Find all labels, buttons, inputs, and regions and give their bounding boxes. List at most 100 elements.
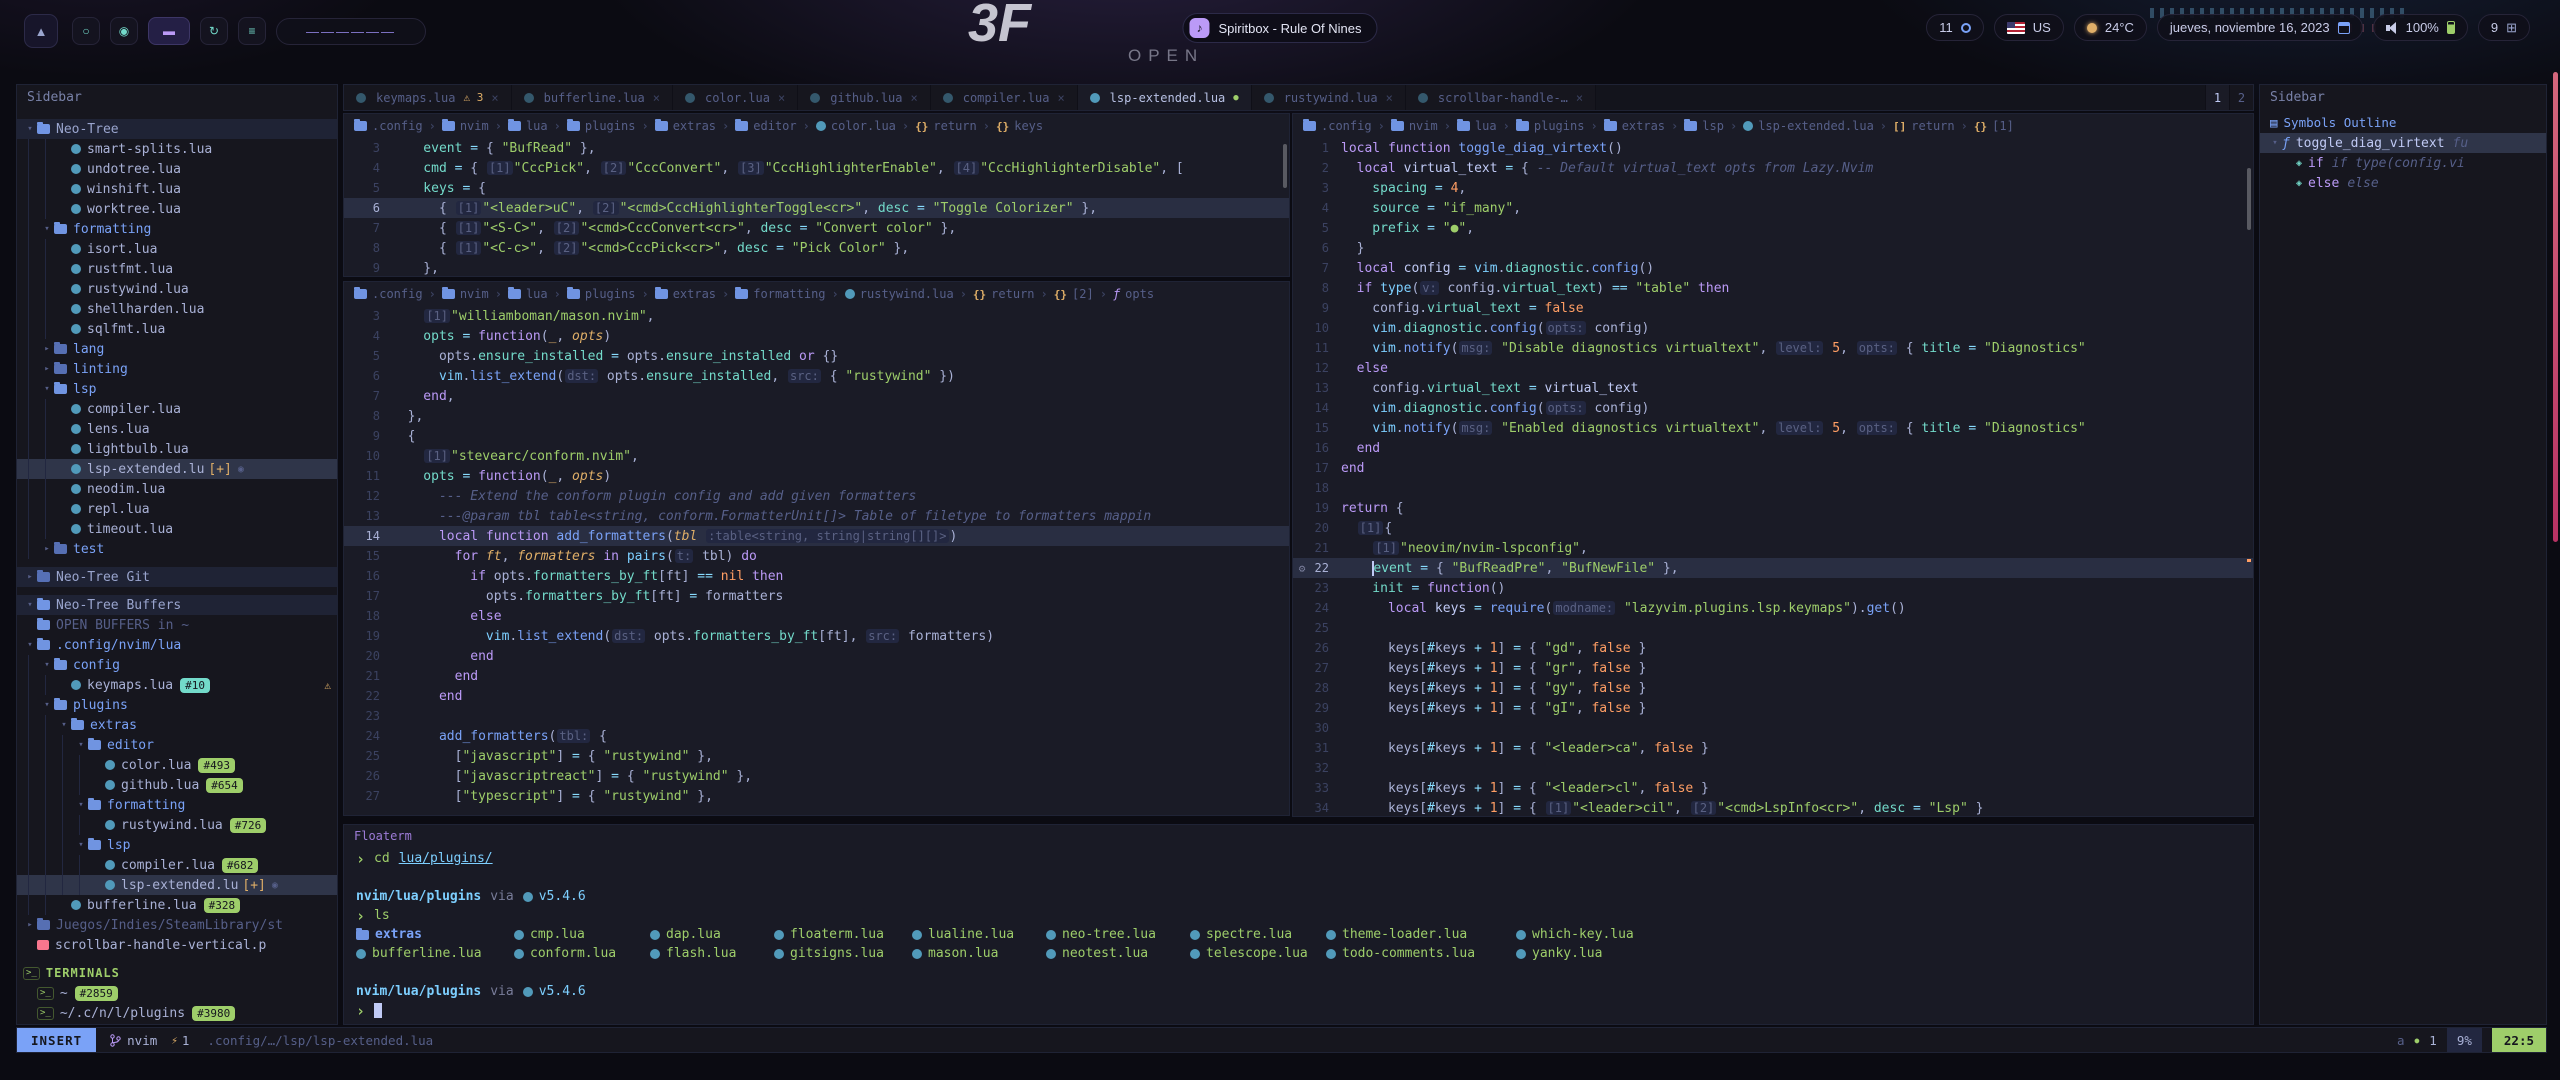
listing-file-dap-lua[interactable]: dap.lua (650, 927, 774, 942)
breadcrumb-item-lua[interactable]: lua (508, 119, 548, 133)
media-widget[interactable]: ♪ Spiritbox - Rule Of Nines (1182, 13, 1377, 43)
tree-item-worktree-lua[interactable]: worktree.lua (17, 199, 337, 219)
expander-icon[interactable]: ▾ (40, 384, 54, 394)
breadcrumb-item-return[interactable]: {}return (915, 119, 977, 133)
code-line-34[interactable]: 34 keys[#keys + 1] = { [1]"<leader>cil",… (1293, 798, 2253, 817)
expander-icon[interactable]: ▸ (40, 544, 54, 554)
code-line-6[interactable]: 6 { [1]"<leader>uC", [2]"<cmd>CccHighlig… (344, 198, 1289, 218)
tree-item-color-lua[interactable]: color.lua#493 (17, 755, 337, 775)
code-line-29[interactable]: 29 keys[#keys + 1] = { "gI", false } (1293, 698, 2253, 718)
tab-bufferline-lua[interactable]: bufferline.lua× (512, 85, 673, 110)
weather-widget[interactable]: 24°C (2074, 14, 2147, 41)
code-line-16[interactable]: 16 if opts.formatters_by_ft[ft] == nil t… (344, 566, 1289, 586)
tree-item-scrollbar-handle-vertical-p[interactable]: scrollbar-handle-vertical.p (17, 935, 337, 955)
tree-item-winshift-lua[interactable]: winshift.lua (17, 179, 337, 199)
symbol-item-toggle-diag-virtext[interactable]: ▾ƒtoggle_diag_virtextfu (2260, 133, 2546, 153)
close-icon[interactable]: × (491, 91, 498, 105)
code-line-32[interactable]: 32 (1293, 758, 2253, 778)
tree-item-bufferline-lua[interactable]: bufferline.lua#328 (17, 895, 337, 915)
volume-widget[interactable]: 100% (2373, 14, 2468, 41)
layout-button[interactable]: ▬ (148, 17, 190, 45)
breadcrumb-item-return[interactable]: {}return (973, 287, 1035, 301)
code-line-5[interactable]: 5 opts.ensure_installed = opts.ensure_in… (344, 346, 1289, 366)
tab-rustywind-lua[interactable]: rustywind.lua× (1252, 85, 1406, 110)
tree-item-keymaps-lua[interactable]: keymaps.lua#10⚠ (17, 675, 337, 695)
tab-lsp-extended-lua[interactable]: lsp-extended.lua● (1078, 85, 1252, 110)
close-icon[interactable]: × (1386, 91, 1393, 105)
symbol-item-else[interactable]: ◈elseelse (2260, 173, 2546, 193)
tree-item-editor[interactable]: ▾editor (17, 735, 337, 755)
breadcrumb-item-opts[interactable]: ƒopts (1113, 287, 1154, 301)
code-line-10[interactable]: 10 [1]"stevearc/conform.nvim", (344, 446, 1289, 466)
code-line-3[interactable]: 3 spacing = 4, (1293, 178, 2253, 198)
code-line-4[interactable]: 4 source = "if_many", (1293, 198, 2253, 218)
tree-item-compiler-lua[interactable]: compiler.lua#682 (17, 855, 337, 875)
listing-file-todo-comments-lua[interactable]: todo-comments.lua (1326, 946, 1516, 961)
code-line-33[interactable]: 33 keys[#keys + 1] = { "<leader>cl", fal… (1293, 778, 2253, 798)
git-branch[interactable]: nvim (110, 1033, 157, 1048)
code-line-3[interactable]: 3 [1]"williamboman/mason.nvim", (344, 306, 1289, 326)
tree-item-rustfmt-lua[interactable]: rustfmt.lua (17, 259, 337, 279)
code-line-7[interactable]: 7 local config = vim.diagnostic.config() (1293, 258, 2253, 278)
workspaces-widget[interactable]: 9⊞ (2478, 14, 2530, 41)
scrollbar-handle[interactable] (2247, 168, 2251, 230)
listing-file-gitsigns-lua[interactable]: gitsigns.lua (774, 946, 912, 961)
breadcrumb-item-keys[interactable]: {}keys (996, 119, 1043, 133)
expander-icon[interactable]: ▾ (23, 124, 37, 134)
expander-icon[interactable]: ▾ (2268, 138, 2282, 148)
close-icon[interactable]: × (778, 91, 785, 105)
code-line-18[interactable]: 18 (1293, 478, 2253, 498)
breadcrumb-item-lua[interactable]: lua (508, 287, 548, 301)
expander-icon[interactable]: ▾ (23, 600, 37, 610)
expander-icon[interactable]: ▾ (57, 720, 71, 730)
code-line-8[interactable]: 8 }, (344, 406, 1289, 426)
tree-item-test[interactable]: ▸test (17, 539, 337, 559)
tab-github-lua[interactable]: github.lua× (798, 85, 930, 110)
expander-icon[interactable]: ▾ (74, 740, 88, 750)
code-line-4[interactable]: 4 opts = function(_, opts) (344, 326, 1289, 346)
tree-item-juegos-indies-steamlibrary-st[interactable]: ▸Juegos/Indies/SteamLibrary/st (17, 915, 337, 935)
tree-item-shellharden-lua[interactable]: shellharden.lua (17, 299, 337, 319)
expander-icon[interactable]: ▸ (40, 364, 54, 374)
code-line-10[interactable]: 10 vim.diagnostic.config(opts: config) (1293, 318, 2253, 338)
code-line-20[interactable]: 20 [1]{ (1293, 518, 2253, 538)
breadcrumb-item-extras[interactable]: extras (1604, 119, 1665, 133)
breadcrumb-item-extras[interactable]: extras (655, 287, 716, 301)
tab-compiler-lua[interactable]: compiler.lua× (931, 85, 1078, 110)
code-line-21[interactable]: 21 end (344, 666, 1289, 686)
breadcrumb-item-plugins[interactable]: plugins (567, 287, 636, 301)
code-line-22[interactable]: 22 end (344, 686, 1289, 706)
listing-file-cmp-lua[interactable]: cmp.lua (514, 927, 650, 942)
breadcrumb-item-config[interactable]: .config (1303, 119, 1372, 133)
listing-file-conform-lua[interactable]: conform.lua (514, 946, 650, 961)
tree-item-x[interactable]: >_~#2859 (17, 983, 337, 1003)
tabpage-2[interactable]: 2 (2229, 85, 2253, 110)
record-button[interactable]: ◉ (110, 17, 138, 45)
code-line-14[interactable]: 14 vim.diagnostic.config(opts: config) (1293, 398, 2253, 418)
code-line-7[interactable]: 7 { [1]"<S-C>", [2]"<cmd>CccConvert<cr>"… (344, 218, 1289, 238)
tree-item-neodim-lua[interactable]: neodim.lua (17, 479, 337, 499)
code-line-17[interactable]: 17 opts.formatters_by_ft[ft] = formatter… (344, 586, 1289, 606)
breadcrumb-item-extras[interactable]: extras (655, 119, 716, 133)
breadcrumb-item-color-lua[interactable]: color.lua (816, 119, 896, 133)
breadcrumb-item-nvim[interactable]: nvim (1391, 119, 1438, 133)
breadcrumb-item-plugins[interactable]: plugins (1516, 119, 1585, 133)
notes-button[interactable]: ≡ (238, 17, 266, 45)
listing-file-flash-lua[interactable]: flash.lua (650, 946, 774, 961)
code-line-27[interactable]: 27 keys[#keys + 1] = { "gr", false } (1293, 658, 2253, 678)
date-widget[interactable]: jueves, noviembre 16, 2023 (2157, 14, 2363, 41)
code-line-28[interactable]: 28 keys[#keys + 1] = { "gy", false } (1293, 678, 2253, 698)
tree-section-neo-tree[interactable]: ▾Neo-Tree (17, 119, 337, 139)
code-line-6[interactable]: 6 } (1293, 238, 2253, 258)
code-line-5[interactable]: 5 prefix = "●", (1293, 218, 2253, 238)
listing-file-which-key-lua[interactable]: which-key.lua (1516, 927, 1686, 942)
tree-header-terminals[interactable]: >_TERMINALS (17, 963, 337, 983)
tree-item-compiler-lua[interactable]: compiler.lua (17, 399, 337, 419)
breadcrumb-item-1[interactable]: {}[1] (1974, 119, 2014, 133)
code-line-26[interactable]: 26 keys[#keys + 1] = { "gd", false } (1293, 638, 2253, 658)
code-line-27[interactable]: 27 ["typescript"] = { "rustywind" }, (344, 786, 1289, 806)
code-line-11[interactable]: 11 vim.notify(msg: "Disable diagnostics … (1293, 338, 2253, 358)
code-line-26[interactable]: 26 ["javascriptreact"] = { "rustywind" }… (344, 766, 1289, 786)
tree-item-open-buffers-in[interactable]: OPEN BUFFERS in ~ (17, 615, 337, 635)
tab-scrollbar-handle[interactable]: scrollbar-handle-…× (1406, 85, 1596, 110)
